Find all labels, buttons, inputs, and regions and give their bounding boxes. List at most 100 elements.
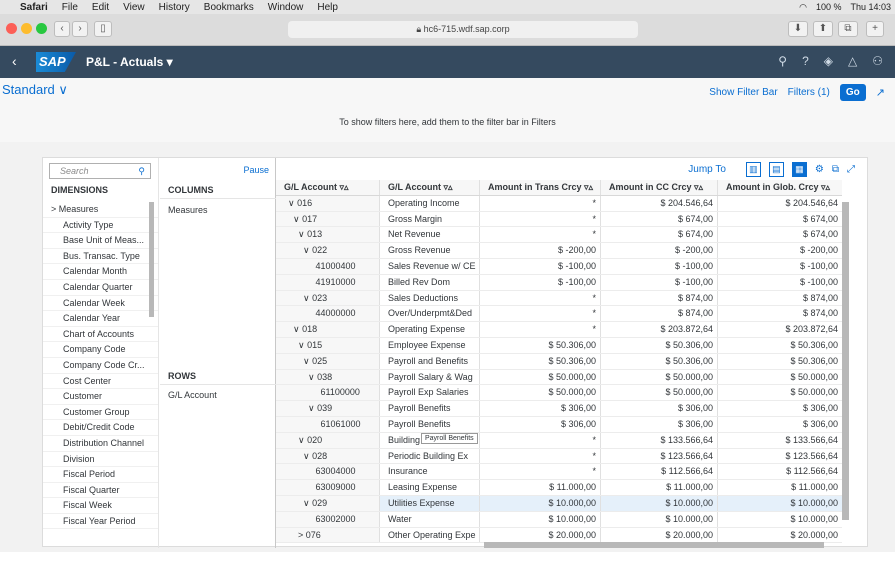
battery-label[interactable]: 100 %	[816, 2, 842, 12]
menu-file[interactable]: File	[62, 2, 78, 13]
fullscreen-icon[interactable]: ⤢	[847, 164, 855, 175]
col-gl-account-key[interactable]: G/L Account ▿▵	[276, 180, 380, 195]
variant-selector[interactable]: Standard ∨	[2, 82, 68, 98]
dimension-item[interactable]: Division	[43, 452, 158, 468]
col-glob-crcy[interactable]: Amount in Glob. Crcy ▿▵	[718, 180, 842, 195]
dimension-item[interactable]: Company Code	[43, 342, 158, 358]
table-row[interactable]: ∨ 022 Gross Revenue $ -200,00 $ -200,00 $ -2…	[276, 243, 842, 259]
vertical-scrollbar[interactable]	[842, 202, 849, 520]
download-icon[interactable]: ⬇	[788, 21, 808, 37]
export-icon[interactable]: ↗	[876, 86, 885, 99]
column-item[interactable]: Measures	[168, 205, 208, 215]
dimension-item[interactable]: Chart of Accounts	[43, 327, 158, 343]
jump-to-link[interactable]: Jump To	[688, 164, 726, 175]
clock[interactable]: Thu 14:03	[850, 2, 891, 12]
dimension-item[interactable]: Cost Center	[43, 374, 158, 390]
new-tab-icon[interactable]: +	[866, 21, 884, 37]
dimension-item[interactable]: Debit/Credit Code	[43, 420, 158, 436]
dimension-item[interactable]: Activity Type	[43, 218, 158, 234]
dimension-item[interactable]: Fiscal Period	[43, 467, 158, 483]
search-input[interactable]: Search ⚲	[49, 163, 151, 179]
pause-link[interactable]: Pause	[243, 165, 269, 175]
dimension-item[interactable]: Distribution Channel	[43, 436, 158, 452]
dimension-item[interactable]: Calendar Quarter	[43, 280, 158, 296]
row-item[interactable]: G/L Account	[168, 390, 217, 400]
show-filter-bar-button[interactable]: Show Filter Bar	[709, 87, 777, 98]
dimension-item[interactable]: > Measures	[43, 202, 158, 218]
dimension-item[interactable]: Company Code Cr...	[43, 358, 158, 374]
sidebar-toggle-icon[interactable]: ▯	[94, 21, 112, 37]
dimension-item[interactable]: Base Unit of Meas...	[43, 233, 158, 249]
dimension-item[interactable]: Calendar Year	[43, 311, 158, 327]
table-row[interactable]: ∨ 017 Gross Margin * $ 674,00 $ 674,00	[276, 211, 842, 228]
col-trans-crcy[interactable]: Amount in Trans Crcy ▿▵	[480, 180, 601, 195]
help-icon[interactable]: ?	[802, 54, 809, 68]
forward-icon[interactable]: ›	[72, 21, 88, 37]
amount-glob-crcy-cell: $ 306,00	[802, 418, 838, 429]
user-icon[interactable]: ⚇	[872, 54, 883, 68]
app-menu[interactable]: Safari	[20, 2, 48, 13]
table-row[interactable]: > 076 Other Operating Expe $ 20.000,00 $ 20…	[276, 527, 842, 544]
table-row[interactable]: ∨ 013 Net Revenue * $ 674,00 $ 674,00	[276, 227, 842, 244]
copy-icon[interactable]: ⧉	[832, 164, 839, 175]
horizontal-scrollbar[interactable]	[484, 542, 824, 548]
table-icon[interactable]: ▦	[791, 162, 807, 177]
table-row[interactable]: 61061000 Payroll Benefits $ 306,00 $ 306,00…	[276, 416, 842, 433]
table-row[interactable]: 41910000 Billed Rev Dom $ -100,00 $ -100,00…	[276, 274, 842, 291]
table-row[interactable]: 44000000 Over/Underpmt&Ded * $ 874,00 $ 874,…	[276, 306, 842, 323]
app-title[interactable]: P&L - Actuals ▾	[86, 55, 173, 69]
table-row[interactable]: 63002000 Water $ 10.000,00 $ 10.000,00 $ 10.…	[276, 511, 842, 528]
go-button[interactable]: Go	[839, 84, 866, 101]
dimension-item[interactable]: Fiscal Week	[43, 498, 158, 514]
dimension-item[interactable]: Calendar Month	[43, 264, 158, 280]
dimension-item[interactable]: Fiscal Year Period	[43, 514, 158, 530]
chart-icon[interactable]: ▥	[745, 162, 761, 177]
scrollbar[interactable]	[149, 202, 154, 317]
filters-button[interactable]: Filters (1)	[788, 87, 830, 98]
table-row[interactable]: ∨ 015 Employee Expense $ 50.306,00 $ 50.306…	[276, 337, 842, 354]
share-icon[interactable]: ⬆	[813, 21, 833, 37]
table-row[interactable]: ∨ 023 Sales Deductions * $ 874,00 $ 874,00	[276, 290, 842, 307]
zoom-window-button[interactable]	[36, 23, 47, 34]
wifi-icon[interactable]: ◠	[799, 2, 807, 13]
table-row[interactable]: ∨ 028 Periodic Building Ex * $ 123.566,64 $ …	[276, 448, 842, 465]
notification-icon[interactable]: ◈	[824, 54, 833, 68]
menu-edit[interactable]: Edit	[92, 2, 109, 13]
table-row[interactable]: 63009000 Leasing Expense $ 11.000,00 $ 11.0…	[276, 480, 842, 496]
dimension-item[interactable]: Bus. Transac. Type	[43, 249, 158, 265]
bell-icon[interactable]: △	[848, 54, 857, 68]
shell-icons: ⚲ ? ◈ △ ⚇	[778, 54, 883, 68]
table-row[interactable]: 63004000 Insurance * $ 112.566,64 $ 112.566,…	[276, 464, 842, 481]
table-row[interactable]: ∨ 038 Payroll Salary & Wag $ 50.000,00 $ 50…	[276, 369, 842, 386]
back-chevron-icon[interactable]: ‹	[12, 53, 17, 69]
close-window-button[interactable]	[6, 23, 17, 34]
menu-history[interactable]: History	[159, 2, 190, 13]
search-icon[interactable]: ⚲	[138, 164, 145, 178]
menu-help[interactable]: Help	[317, 2, 338, 13]
menu-view[interactable]: View	[123, 2, 145, 13]
settings-icon[interactable]: ⚙	[815, 164, 824, 175]
menu-window[interactable]: Window	[268, 2, 304, 13]
search-icon[interactable]: ⚲	[778, 54, 787, 68]
table-row[interactable]: ∨ 029 Utilities Expense $ 10.000,00 $ 10.00…	[276, 495, 842, 512]
table-row[interactable]: 41000400 Sales Revenue w/ CE $ -100,00 $ -1…	[276, 258, 842, 275]
dimension-item[interactable]: Fiscal Quarter	[43, 483, 158, 499]
tabs-icon[interactable]: ⧉	[838, 21, 858, 37]
menu-bookmarks[interactable]: Bookmarks	[204, 2, 254, 13]
sap-logo[interactable]: SAP	[36, 52, 76, 72]
minimize-window-button[interactable]	[21, 23, 32, 34]
table-row[interactable]: ∨ 018 Operating Expense * $ 203.872,64 $ 203…	[276, 322, 842, 338]
back-icon[interactable]: ‹	[54, 21, 70, 37]
chart-table-icon[interactable]: ▤	[768, 162, 784, 177]
table-row[interactable]: ∨ 016 Operating Income * $ 204.546,64 $ 204.…	[276, 195, 842, 212]
dimension-item[interactable]: Customer	[43, 389, 158, 405]
dimension-item[interactable]: Customer Group	[43, 405, 158, 421]
table-row[interactable]: ∨ 039 Payroll Benefits $ 306,00 $ 306,00 $ 3…	[276, 401, 842, 417]
table-row[interactable]: ∨ 020 Building * $ 133.566,64 $ 133.566,64	[276, 432, 842, 449]
col-cc-crcy[interactable]: Amount in CC Crcy ▿▵	[601, 180, 718, 195]
table-row[interactable]: ∨ 025 Payroll and Benefits $ 50.306,00 $ 50…	[276, 353, 842, 370]
table-row[interactable]: 61100000 Payroll Exp Salaries $ 50.000,00 $…	[276, 385, 842, 402]
col-gl-account-text[interactable]: G/L Account ▿▵	[380, 180, 480, 195]
dimension-item[interactable]: Calendar Week	[43, 296, 158, 312]
address-bar[interactable]: 🔒︎ hc6-715.wdf.sap.corp	[288, 21, 638, 38]
